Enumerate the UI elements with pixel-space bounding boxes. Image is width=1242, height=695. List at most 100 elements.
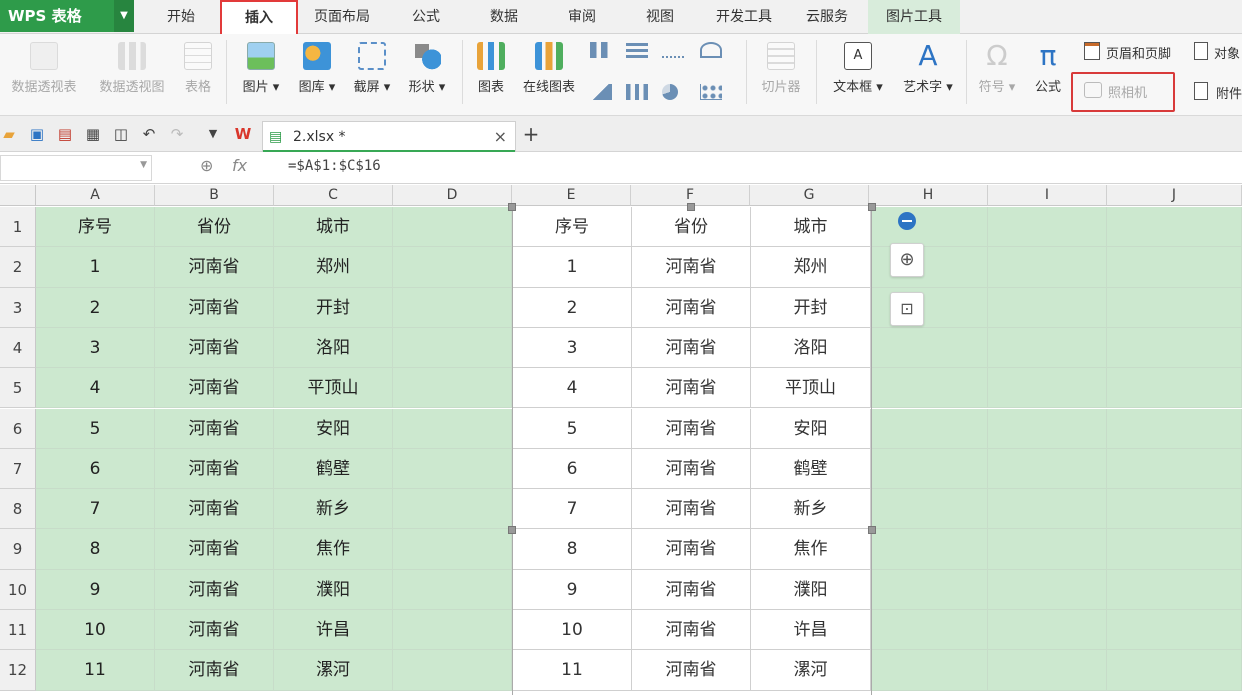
table-cell[interactable]: 开封 — [274, 287, 393, 328]
resize-handle[interactable] — [508, 203, 516, 211]
column-header-c[interactable]: C — [274, 185, 393, 206]
table-cell[interactable]: 濮阳 — [274, 569, 393, 610]
collapse-icon[interactable] — [898, 212, 916, 230]
tab-view[interactable]: 视图 — [630, 0, 690, 34]
empty-cell[interactable] — [1107, 610, 1242, 651]
column-header-a[interactable]: A — [36, 185, 155, 206]
table-cell[interactable]: 7 — [36, 489, 155, 530]
column-header-b[interactable]: B — [155, 185, 274, 206]
row-header-7[interactable]: 7 — [0, 448, 36, 490]
empty-cell[interactable] — [1107, 529, 1242, 570]
crop-icon[interactable]: ⊡ — [890, 292, 924, 326]
chevron-down-icon[interactable]: ▼ — [114, 0, 134, 32]
table-cell[interactable]: 洛阳 — [274, 327, 393, 369]
table-cell[interactable]: 河南省 — [155, 247, 274, 288]
object-icon[interactable] — [1194, 42, 1208, 60]
empty-cell[interactable] — [393, 569, 512, 610]
resize-handle[interactable] — [868, 526, 876, 534]
row-header-4[interactable]: 4 — [0, 327, 36, 369]
online-chart-button[interactable]: 在线图表 — [516, 38, 582, 110]
table-cell[interactable]: 鹤壁 — [274, 448, 393, 490]
close-icon[interactable]: × — [494, 122, 507, 152]
document-tab[interactable]: ▤ 2.xlsx * × — [262, 121, 516, 153]
table-cell[interactable]: 3 — [36, 327, 155, 369]
row-header-2[interactable]: 2 — [0, 247, 36, 288]
pivot-table-button[interactable]: 数据透视表 — [4, 38, 84, 110]
tab-formula[interactable]: 公式 — [396, 0, 456, 34]
table-cell[interactable]: 河南省 — [155, 368, 274, 409]
camera-picture[interactable]: 序号 省份 城市 1 河南省 郑州 2 河南省 开封 3 河南省 洛阳 4 河南省 平顶山 5 河南省 安阳 6 河南… — [512, 207, 872, 695]
camera-button[interactable]: 照相机 — [1108, 82, 1147, 101]
add-tab-icon[interactable]: + — [522, 124, 540, 144]
wps-logo-icon[interactable]: W — [234, 125, 252, 143]
tab-page-layout[interactable]: 页面布局 — [304, 0, 380, 34]
header-footer-icon[interactable] — [1084, 42, 1100, 60]
empty-cell[interactable] — [869, 287, 988, 328]
empty-cell[interactable] — [1107, 327, 1242, 369]
table-button[interactable]: 表格 — [178, 38, 218, 110]
empty-cell[interactable] — [393, 489, 512, 530]
open-folder-icon[interactable]: ▰ — [0, 125, 18, 143]
empty-cell[interactable] — [869, 207, 988, 248]
empty-cell[interactable] — [393, 287, 512, 328]
attachment-icon[interactable] — [1194, 82, 1208, 100]
redo-icon[interactable]: ↷ — [168, 125, 186, 143]
table-cell[interactable]: 郑州 — [274, 247, 393, 288]
resize-handle[interactable] — [508, 526, 516, 534]
app-logo[interactable]: WPS 表格 ▼ — [0, 0, 134, 32]
table-cell[interactable]: 河南省 — [155, 489, 274, 530]
empty-cell[interactable] — [988, 408, 1107, 449]
empty-cell[interactable] — [988, 287, 1107, 328]
tab-picture-tools[interactable]: 图片工具 — [868, 0, 960, 34]
empty-cell[interactable] — [869, 368, 988, 409]
empty-cell[interactable] — [1107, 448, 1242, 490]
table-cell[interactable]: 焦作 — [274, 529, 393, 570]
formula-input[interactable]: =$A$1:$C$16 — [288, 158, 381, 174]
empty-cell[interactable] — [988, 650, 1107, 691]
empty-cell[interactable] — [393, 408, 512, 449]
row-header-10[interactable]: 10 — [0, 569, 36, 610]
print-preview-icon[interactable]: ◫ — [112, 125, 130, 143]
table-cell[interactable]: 9 — [36, 569, 155, 610]
picture-button[interactable]: 图片 ▾ — [236, 38, 286, 110]
empty-cell[interactable] — [393, 207, 512, 248]
empty-cell[interactable] — [393, 610, 512, 651]
resize-handle[interactable] — [687, 203, 695, 211]
tab-insert[interactable]: 插入 — [220, 0, 298, 34]
empty-cell[interactable] — [393, 650, 512, 691]
zoom-in-icon[interactable]: ⊕ — [890, 243, 924, 277]
table-cell[interactable]: 省份 — [155, 207, 274, 248]
export-pdf-icon[interactable]: ▤ — [56, 125, 74, 143]
empty-cell[interactable] — [988, 207, 1107, 248]
table-cell[interactable]: 11 — [36, 650, 155, 691]
tab-cloud-service[interactable]: 云服务 — [792, 0, 862, 34]
table-cell[interactable]: 河南省 — [155, 569, 274, 610]
column-header-g[interactable]: G — [750, 185, 869, 206]
camera-icon[interactable] — [1084, 82, 1102, 98]
empty-cell[interactable] — [869, 650, 988, 691]
resize-handle[interactable] — [868, 203, 876, 211]
empty-cell[interactable] — [393, 247, 512, 288]
empty-cell[interactable] — [1107, 408, 1242, 449]
empty-cell[interactable] — [988, 489, 1107, 530]
table-cell[interactable]: 平顶山 — [274, 368, 393, 409]
table-cell[interactable]: 河南省 — [155, 610, 274, 651]
fx-icon[interactable]: fx — [232, 156, 247, 175]
bar-chart-horizontal-icon[interactable] — [626, 42, 648, 58]
empty-cell[interactable] — [869, 569, 988, 610]
empty-cell[interactable] — [869, 529, 988, 570]
line-chart-icon[interactable] — [662, 42, 684, 58]
table-cell[interactable]: 城市 — [274, 207, 393, 248]
radar-chart-icon[interactable] — [700, 42, 722, 58]
chart-button[interactable]: 图表 — [470, 38, 512, 110]
empty-cell[interactable] — [988, 368, 1107, 409]
column-header-i[interactable]: I — [988, 185, 1107, 206]
empty-cell[interactable] — [393, 368, 512, 409]
empty-cell[interactable] — [988, 327, 1107, 369]
empty-cell[interactable] — [869, 247, 988, 288]
empty-cell[interactable] — [393, 448, 512, 490]
header-footer-button[interactable]: 页眉和页脚 — [1106, 43, 1171, 62]
column-chart-icon[interactable] — [590, 42, 612, 58]
chevron-down-icon[interactable]: ▼ — [140, 160, 147, 170]
pivot-chart-button[interactable]: 数据透视图 — [92, 38, 172, 110]
